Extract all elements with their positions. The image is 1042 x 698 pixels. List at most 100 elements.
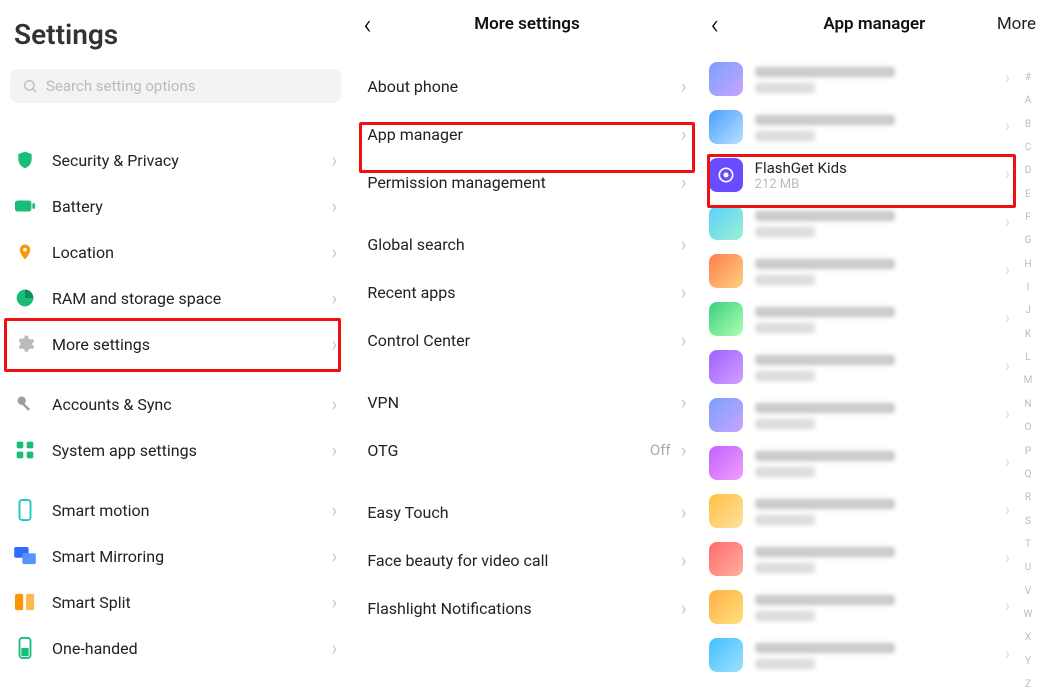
settings-row-sysapps[interactable]: System app settings › — [8, 427, 343, 473]
alpha-index[interactable]: # A B C D E F G H I J K L M N O P Q R S T U V W X Y Z — [1020, 72, 1036, 690]
alpha-index-letter[interactable]: T — [1020, 539, 1036, 550]
app-row-blurred[interactable]: ..› — [703, 439, 1016, 487]
app-row-blurred[interactable]: ..› — [703, 247, 1016, 295]
chevron-right-icon: › — [681, 502, 687, 522]
app-row-blurred[interactable]: .47.47 MB› — [703, 55, 1016, 103]
row-label: Face beauty for video call — [367, 551, 680, 570]
chevron-right-icon: › — [681, 76, 687, 96]
alpha-index-letter[interactable]: X — [1020, 632, 1036, 643]
alpha-index-letter[interactable]: O — [1020, 422, 1036, 433]
app-row-blurred[interactable]: ..› — [703, 343, 1016, 391]
alpha-index-letter[interactable]: K — [1020, 329, 1036, 340]
more-row-appmanager[interactable]: App manager› — [359, 110, 694, 158]
app-row-blurred[interactable]: ..› — [703, 199, 1016, 247]
alpha-index-letter[interactable]: # — [1020, 72, 1036, 83]
split-icon — [14, 591, 36, 613]
back-button[interactable]: ‹ — [363, 8, 371, 41]
alpha-index-letter[interactable]: B — [1020, 119, 1036, 130]
search-placeholder: Search setting options — [46, 77, 196, 95]
settings-row-location[interactable]: Location › — [8, 229, 343, 275]
alpha-index-letter[interactable]: L — [1020, 352, 1036, 363]
row-label: Global search — [367, 235, 680, 254]
app-row-flashget[interactable]: FlashGet Kids 212 MB › — [703, 151, 1016, 199]
app-row-blurred[interactable]: ..› — [703, 535, 1016, 583]
chevron-right-icon: › — [1005, 118, 1010, 136]
row-label: App manager — [367, 125, 680, 144]
chevron-right-icon: › — [1005, 70, 1010, 88]
settings-row-ram[interactable]: RAM and storage space › — [8, 275, 343, 321]
alpha-index-letter[interactable]: P — [1020, 446, 1036, 457]
row-label: OTG — [367, 441, 650, 460]
settings-row-battery[interactable]: Battery › — [8, 183, 343, 229]
alpha-index-letter[interactable]: M — [1020, 375, 1036, 386]
app-row-blurred[interactable]: ..› — [703, 103, 1016, 151]
chevron-right-icon: › — [1005, 598, 1010, 616]
alpha-index-letter[interactable]: E — [1020, 189, 1036, 200]
chevron-right-icon: › — [331, 394, 337, 414]
settings-row-more[interactable]: More settings › — [8, 321, 343, 367]
settings-row-smartmotion[interactable]: Smart motion › — [8, 487, 343, 533]
alpha-index-letter[interactable]: J — [1020, 305, 1036, 316]
more-row-permission[interactable]: Permission management› — [359, 158, 694, 206]
more-row-vpn[interactable]: VPN› — [359, 378, 694, 426]
alpha-index-letter[interactable]: Y — [1020, 656, 1036, 667]
battery-icon — [14, 195, 36, 217]
chevron-right-icon: › — [1005, 454, 1010, 472]
alpha-index-letter[interactable]: S — [1020, 516, 1036, 527]
app-icon — [709, 206, 743, 240]
gear-icon — [14, 333, 36, 355]
settings-row-mirroring[interactable]: Smart Mirroring › — [8, 533, 343, 579]
chevron-right-icon: › — [681, 172, 687, 192]
app-row-blurred[interactable]: ..› — [703, 631, 1016, 679]
alpha-index-letter[interactable]: U — [1020, 562, 1036, 573]
app-row-blurred[interactable]: ..› — [703, 295, 1016, 343]
alpha-index-letter[interactable]: Q — [1020, 469, 1036, 480]
chevron-right-icon: › — [681, 550, 687, 570]
app-row-blurred[interactable]: ..› — [703, 487, 1016, 535]
app-icon — [709, 254, 743, 288]
alpha-index-letter[interactable]: H — [1020, 259, 1036, 270]
app-row-blurred[interactable]: ..› — [703, 583, 1016, 631]
alpha-index-letter[interactable]: I — [1020, 282, 1036, 293]
alpha-index-letter[interactable]: W — [1020, 609, 1036, 620]
chevron-right-icon: › — [681, 330, 687, 350]
more-row-about[interactable]: About phone› — [359, 62, 694, 110]
more-button[interactable]: More — [997, 14, 1036, 34]
more-row-easytouch[interactable]: Easy Touch› — [359, 488, 694, 536]
chevron-right-icon: › — [331, 440, 337, 460]
settings-row-security[interactable]: Security & Privacy › — [8, 137, 343, 183]
alpha-index-letter[interactable]: G — [1020, 235, 1036, 246]
chevron-right-icon: › — [331, 500, 337, 520]
settings-row-smartsplit[interactable]: Smart Split › — [8, 579, 343, 625]
chevron-right-icon: › — [1005, 214, 1010, 232]
chevron-right-icon: › — [331, 150, 337, 170]
alpha-index-letter[interactable]: F — [1020, 212, 1036, 223]
more-row-globalsearch[interactable]: Global search› — [359, 220, 694, 268]
alpha-index-letter[interactable]: R — [1020, 492, 1036, 503]
chevron-right-icon: › — [681, 392, 687, 412]
row-label: Control Center — [367, 331, 680, 350]
chevron-right-icon: › — [1005, 310, 1010, 328]
settings-row-clipped — [8, 113, 343, 137]
app-icon — [709, 398, 743, 432]
app-icon — [709, 542, 743, 576]
row-label: Location — [52, 243, 331, 262]
back-button[interactable]: ‹ — [711, 8, 719, 41]
settings-row-accounts[interactable]: Accounts & Sync › — [8, 381, 343, 427]
search-input[interactable]: Search setting options — [10, 69, 341, 103]
alpha-index-letter[interactable]: C — [1020, 142, 1036, 153]
alpha-index-letter[interactable]: V — [1020, 586, 1036, 597]
alpha-index-letter[interactable]: A — [1020, 95, 1036, 106]
more-row-recentapps[interactable]: Recent apps› — [359, 268, 694, 316]
app-row-blurred[interactable]: ..› — [703, 391, 1016, 439]
alpha-index-letter[interactable]: N — [1020, 399, 1036, 410]
app-icon — [709, 446, 743, 480]
settings-row-onehanded[interactable]: One-handed › — [8, 625, 343, 671]
app-icon — [709, 590, 743, 624]
alpha-index-letter[interactable]: D — [1020, 165, 1036, 176]
more-row-facebeauty[interactable]: Face beauty for video call› — [359, 536, 694, 584]
more-row-controlcenter[interactable]: Control Center› — [359, 316, 694, 364]
more-row-otg[interactable]: OTGOff› — [359, 426, 694, 474]
alpha-index-letter[interactable]: Z — [1020, 679, 1036, 690]
more-row-flashlight[interactable]: Flashlight Notifications› — [359, 584, 694, 632]
